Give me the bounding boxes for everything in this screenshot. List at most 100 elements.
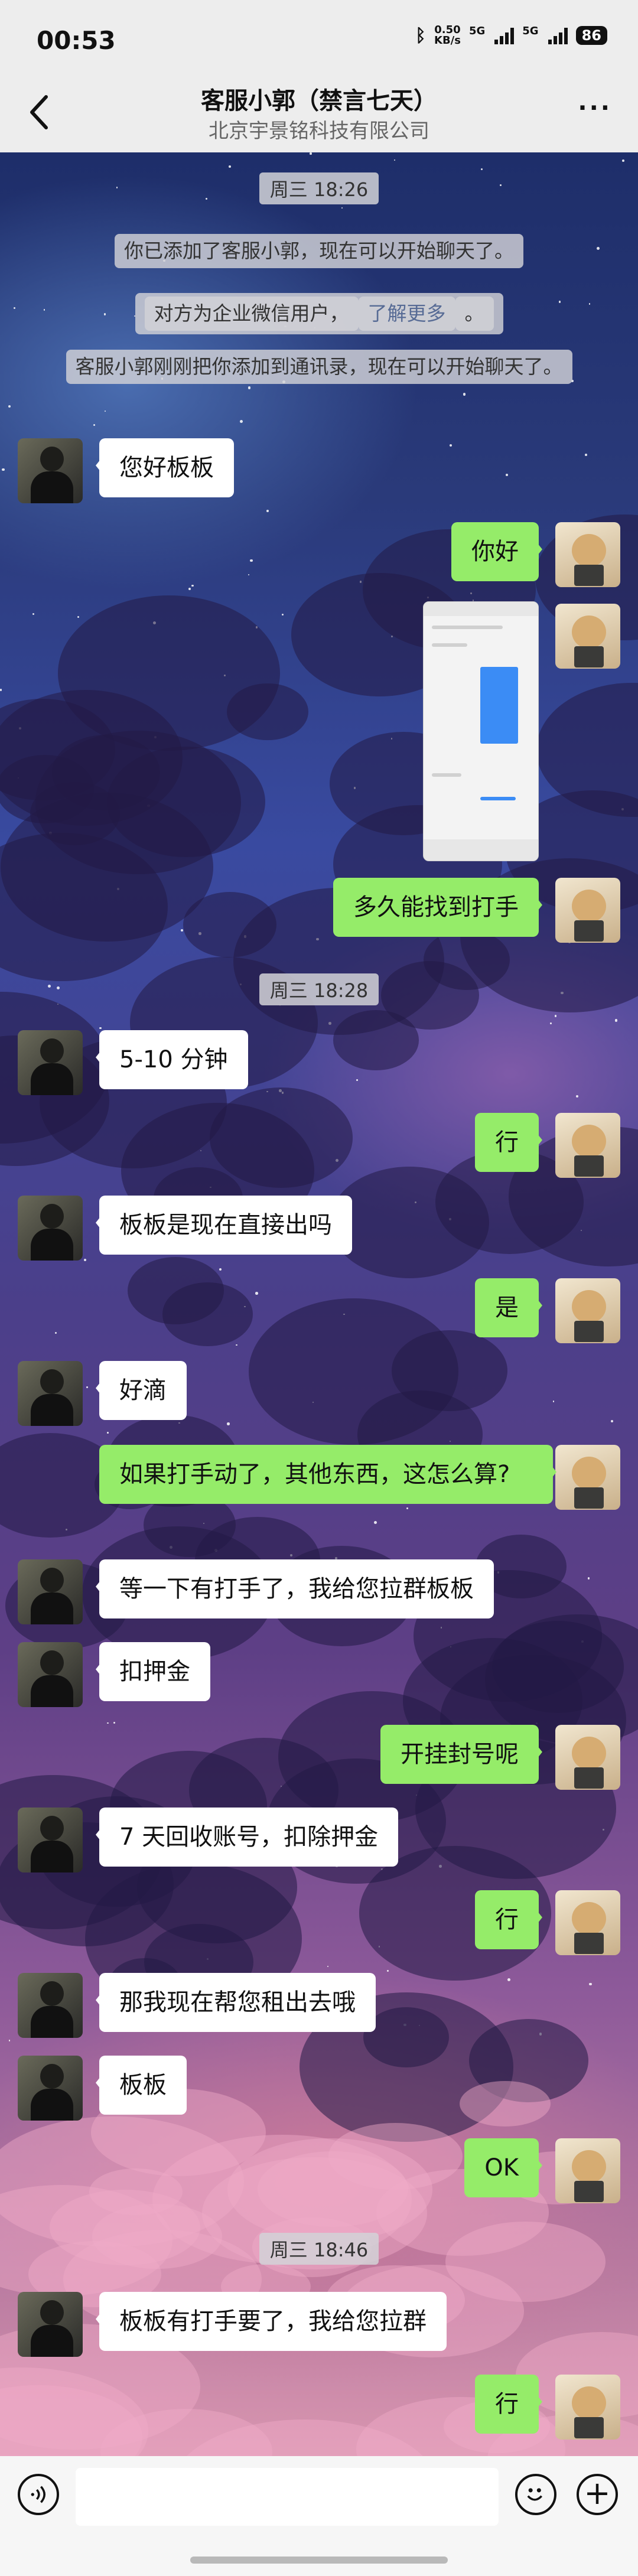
background-star — [550, 1022, 552, 1024]
sent-message[interactable]: 行 — [475, 2375, 542, 2434]
background-star — [113, 1721, 115, 1724]
plus-icon[interactable]: + — [577, 2474, 618, 2515]
message-input[interactable] — [76, 2468, 499, 2526]
net-speed-unit: KB/s — [434, 34, 461, 47]
system-message-text: 客服小郭刚刚把你添加到通讯录，现在可以开始聊天了。 — [66, 350, 572, 384]
background-star — [13, 307, 16, 310]
contact-avatar[interactable] — [18, 1196, 83, 1261]
background-star — [589, 1982, 592, 1986]
background-star — [266, 510, 269, 512]
background-star — [8, 405, 11, 408]
background-star — [463, 393, 466, 396]
contact-avatar[interactable] — [18, 2056, 83, 2121]
background-tree — [210, 1087, 353, 1188]
sent-message[interactable]: 开挂封号呢 — [380, 1725, 542, 1784]
emoji-icon[interactable] — [515, 2474, 556, 2515]
received-message[interactable]: 7 天回收账号，扣除押金 — [95, 1808, 399, 1867]
background-star — [281, 613, 284, 616]
background-tree — [107, 746, 266, 858]
received-message[interactable]: 扣押金 — [96, 1642, 210, 1701]
background-star — [32, 613, 34, 615]
background-star — [105, 411, 106, 412]
system-message-suffix: 。 — [455, 297, 494, 331]
status-time: 00:53 — [37, 26, 116, 55]
background-star — [227, 1422, 230, 1425]
background-star — [83, 1259, 86, 1262]
background-star — [77, 616, 80, 618]
signal-icon — [494, 27, 515, 44]
received-message[interactable]: 板板 — [96, 2056, 187, 2115]
image-line — [432, 643, 467, 647]
background-star — [107, 1722, 109, 1724]
background-star — [248, 574, 249, 576]
received-message[interactable]: 等一下有打手了，我给您拉群板板 — [96, 1559, 494, 1618]
time-label: 周三 18:26 — [259, 172, 379, 204]
image-line — [480, 797, 516, 800]
my-avatar[interactable] — [555, 604, 620, 669]
sent-message[interactable]: 行 — [475, 1113, 542, 1172]
received-message[interactable]: 好滴 — [96, 1361, 187, 1420]
sent-message[interactable]: 是 — [475, 1278, 542, 1337]
voice-icon[interactable] — [18, 2474, 59, 2515]
contact-avatar[interactable] — [18, 1808, 83, 1872]
sent-image-message[interactable] — [423, 601, 539, 861]
my-avatar[interactable] — [555, 1445, 620, 1510]
background-star — [188, 587, 191, 591]
received-message[interactable]: 您好板板 — [96, 438, 234, 497]
my-avatar[interactable] — [555, 1725, 620, 1790]
background-star — [0, 689, 2, 691]
my-avatar[interactable] — [555, 1890, 620, 1955]
time-divider: 周三 18:26 — [0, 172, 638, 204]
contact-avatar[interactable] — [18, 1973, 83, 2038]
contact-avatar[interactable] — [18, 1559, 83, 1624]
image-line — [432, 626, 503, 629]
chat-title: 客服小郭（禁言七天） — [201, 87, 437, 115]
more-options-icon[interactable]: ··· — [578, 95, 612, 122]
time-divider: 周三 18:46 — [0, 2233, 638, 2265]
background-tree — [391, 1330, 507, 1412]
background-star — [327, 1966, 328, 1968]
sent-message[interactable]: 你好 — [451, 522, 542, 581]
background-star — [393, 159, 395, 161]
my-avatar[interactable] — [555, 1113, 620, 1178]
background-star — [229, 165, 231, 168]
status-icons: ᛒ 0.50 KB/s 5G 5G 86 — [415, 25, 607, 46]
my-avatar[interactable] — [555, 878, 620, 943]
contact-avatar[interactable] — [18, 1642, 83, 1707]
background-star — [310, 152, 312, 155]
received-message[interactable]: 那我现在帮您租出去哦 — [96, 1973, 376, 2032]
background-star — [356, 1079, 358, 1081]
background-star — [99, 1027, 102, 1030]
learn-more-link[interactable]: 了解更多 — [358, 297, 455, 331]
background-star — [54, 1331, 57, 1334]
received-message[interactable]: 板板有打手要了，我给您拉群 — [96, 2292, 447, 2351]
my-avatar[interactable] — [555, 2375, 620, 2440]
net-speed: 0.50 KB/s — [434, 25, 461, 46]
battery-icon: 86 — [575, 26, 607, 45]
background-star — [191, 585, 194, 587]
my-avatar[interactable] — [555, 1278, 620, 1343]
received-message[interactable]: 板板是现在直接出吗 — [96, 1196, 352, 1255]
chat-subtitle: 北京宇景铭科技有限公司 — [209, 119, 429, 143]
background-tree — [127, 1256, 224, 1325]
sent-message[interactable]: OK — [464, 2138, 542, 2197]
sent-message[interactable]: 多久能找到打手 — [333, 878, 542, 937]
background-star — [341, 207, 343, 209]
my-avatar[interactable] — [555, 2138, 620, 2203]
background-star — [240, 419, 243, 423]
my-avatar[interactable] — [555, 522, 620, 587]
contact-avatar[interactable] — [18, 1361, 83, 1426]
contact-avatar[interactable] — [18, 438, 83, 503]
sim2-type: 5G — [522, 25, 539, 37]
background-star — [219, 1268, 222, 1271]
background-star — [552, 1401, 555, 1402]
sent-message[interactable]: 行 — [475, 1890, 542, 1949]
received-message[interactable]: 5-10 分钟 — [96, 1030, 248, 1089]
contact-avatar[interactable] — [18, 1030, 83, 1095]
background-star — [93, 424, 96, 426]
sent-message[interactable]: 如果打手动了，其他东西，这怎么算? — [99, 1445, 556, 1504]
background-star — [2, 468, 5, 471]
contact-avatar[interactable] — [18, 2292, 83, 2357]
background-star — [181, 929, 184, 932]
home-indicator[interactable] — [190, 2557, 448, 2564]
